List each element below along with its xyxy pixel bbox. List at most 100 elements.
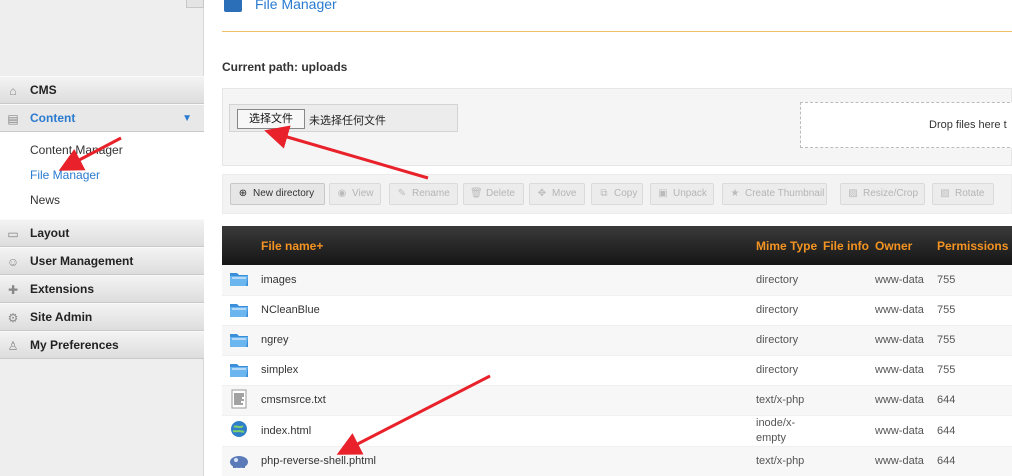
user-icon: ♙	[7, 339, 19, 353]
sidebar-item-label: Site Admin	[30, 310, 93, 324]
drop-zone-label: Drop files here t	[929, 119, 1007, 131]
mime-type-cell: text/x-php	[756, 394, 805, 406]
owner-cell: www-data	[875, 304, 924, 316]
sidebar-item-content[interactable]: ▤ Content ▼	[0, 104, 204, 132]
resize-crop-button[interactable]: ▨ Resize/Crop	[840, 183, 925, 205]
extensions-icon: ✚	[7, 283, 19, 297]
new-directory-button[interactable]: ⊕ New directory	[230, 183, 325, 205]
column-header-permissions[interactable]: Permissions	[937, 226, 1012, 265]
mime-type-cell: directory	[756, 273, 799, 286]
owner-cell: www-data	[875, 455, 924, 467]
home-icon: ⌂	[9, 84, 17, 98]
content-subnav: Content Manager File Manager News	[0, 132, 204, 219]
view-button[interactable]: ◉ View	[329, 183, 381, 205]
text-file-icon	[222, 385, 261, 415]
column-header-owner[interactable]: Owner	[875, 226, 937, 265]
page-title: File Manager	[255, 0, 337, 12]
delete-button[interactable]: 🗑 Delete	[463, 183, 524, 205]
file-name-link[interactable]: index.html	[261, 415, 756, 446]
permissions-cell: 755	[937, 364, 956, 376]
sidebar-item-cms[interactable]: ⌂ CMS	[0, 76, 204, 104]
sidebar-item-label: User Management	[30, 254, 134, 268]
table-row[interactable]: simplex directory www-data 755	[222, 355, 1012, 385]
file-info-cell	[823, 325, 875, 355]
users-icon: ☺	[6, 255, 20, 269]
table-row[interactable]: php-reverse-shell.phtml text/x-php www-dat…	[222, 446, 1012, 476]
move-button[interactable]: ✥ Move	[529, 183, 585, 205]
file-manager-icon	[224, 0, 242, 12]
permissions-cell: 755	[937, 334, 956, 346]
file-name-link[interactable]: php-reverse-shell.phtml	[261, 446, 756, 476]
plus-circle-icon: ⊕	[238, 188, 248, 199]
permissions-cell: 644	[937, 455, 956, 467]
move-icon: ✥	[537, 188, 547, 199]
mime-type-cell: directory	[756, 364, 799, 376]
file-name-link[interactable]: ngrey	[261, 325, 756, 355]
file-info-cell	[823, 385, 875, 415]
file-info-cell	[823, 355, 875, 385]
drop-zone[interactable]: Drop files here t	[800, 102, 1012, 148]
page-header: File Manager	[222, 0, 1012, 32]
choose-file-button[interactable]: 选择文件	[237, 109, 305, 129]
main-content: File Manager Current path: uploads 选择文件 …	[222, 0, 1012, 476]
mime-type-cell: directory	[756, 304, 799, 316]
file-name-link[interactable]: cmsmsrce.txt	[261, 385, 756, 415]
table-header-row: File name+ Mime Type File info Owner Per…	[222, 226, 1012, 265]
file-info-cell	[823, 446, 875, 476]
sidebar: ⌂ CMS ▤ Content ▼ Content Manager File M…	[0, 0, 204, 476]
owner-cell: www-data	[875, 273, 924, 286]
file-info-cell	[823, 265, 875, 295]
file-toolbar: ⊕ New directory ◉ View ✎ Rename 🗑 Delete ✥ Mo…	[222, 174, 1012, 214]
subnav-item-news[interactable]: News	[0, 188, 204, 213]
folder-icon	[222, 355, 261, 385]
layout-icon: ▭	[7, 227, 19, 241]
eye-icon: ◉	[337, 188, 347, 199]
owner-cell: www-data	[875, 334, 924, 346]
subnav-item-file-manager[interactable]: File Manager	[0, 163, 204, 188]
file-name-link[interactable]: images	[261, 265, 756, 295]
file-info-cell	[823, 415, 875, 446]
mime-type-cell: directory	[756, 334, 799, 346]
file-name-link[interactable]: NCleanBlue	[261, 295, 756, 325]
sidebar-item-my-preferences[interactable]: ♙ My Preferences	[0, 331, 204, 359]
folder-icon	[222, 265, 261, 295]
table-row[interactable]: images directory www-data 755	[222, 265, 1012, 295]
file-info-cell	[823, 295, 875, 325]
sidebar-collapse-button[interactable]	[186, 0, 204, 8]
create-thumbnail-button[interactable]: ★ Create Thumbnail	[722, 183, 827, 205]
sidebar-item-extensions[interactable]: ✚ Extensions	[0, 275, 204, 303]
archive-icon: ▣	[658, 188, 668, 199]
owner-cell: www-data	[875, 424, 924, 437]
column-header-fileinfo[interactable]: File info	[823, 226, 875, 265]
unpack-button[interactable]: ▣ Unpack	[650, 183, 714, 205]
sidebar-item-site-admin[interactable]: ⚙ Site Admin	[0, 303, 204, 331]
sidebar-item-layout[interactable]: ▭ Layout	[0, 219, 204, 247]
table-row[interactable]: ngrey directory www-data 755	[222, 325, 1012, 355]
owner-cell: www-data	[875, 364, 924, 376]
gear-icon: ⚙	[7, 311, 19, 325]
chevron-down-icon: ▼	[182, 113, 192, 124]
php-file-icon	[222, 446, 261, 476]
permissions-cell: 644	[937, 424, 956, 437]
rename-button[interactable]: ✎ Rename	[389, 183, 458, 205]
column-header-mime[interactable]: Mime Type	[756, 226, 823, 265]
rotate-button[interactable]: ▨ Rotate	[932, 183, 994, 205]
sidebar-item-user-management[interactable]: ☺ User Management	[0, 247, 204, 275]
file-name-link[interactable]: simplex	[261, 355, 756, 385]
file-input[interactable]: 选择文件 未选择任何文件	[229, 104, 458, 132]
sidebar-item-label: Content	[30, 111, 76, 125]
mime-type-cell: text/x-php	[756, 455, 805, 467]
table-row[interactable]: cmsmsrce.txt text/x-php www-data 644	[222, 385, 1012, 415]
upload-panel: 选择文件 未选择任何文件 Drop files here t	[222, 88, 1012, 166]
html-file-icon	[222, 415, 261, 446]
mime-type-cell: inode/x-empty	[756, 416, 796, 444]
subnav-item-content-manager[interactable]: Content Manager	[0, 138, 204, 163]
current-path: Current path: uploads	[222, 60, 348, 74]
table-row[interactable]: NCleanBlue directory www-data 755	[222, 295, 1012, 325]
sidebar-item-label: CMS	[30, 83, 57, 97]
column-header-filename[interactable]: File name+	[261, 226, 756, 265]
table-row[interactable]: index.html inode/x-empty www-data 644	[222, 415, 1012, 446]
pencil-icon: ✎	[397, 188, 407, 199]
owner-cell: www-data	[875, 394, 924, 406]
copy-button[interactable]: ⧉ Copy	[591, 183, 643, 205]
